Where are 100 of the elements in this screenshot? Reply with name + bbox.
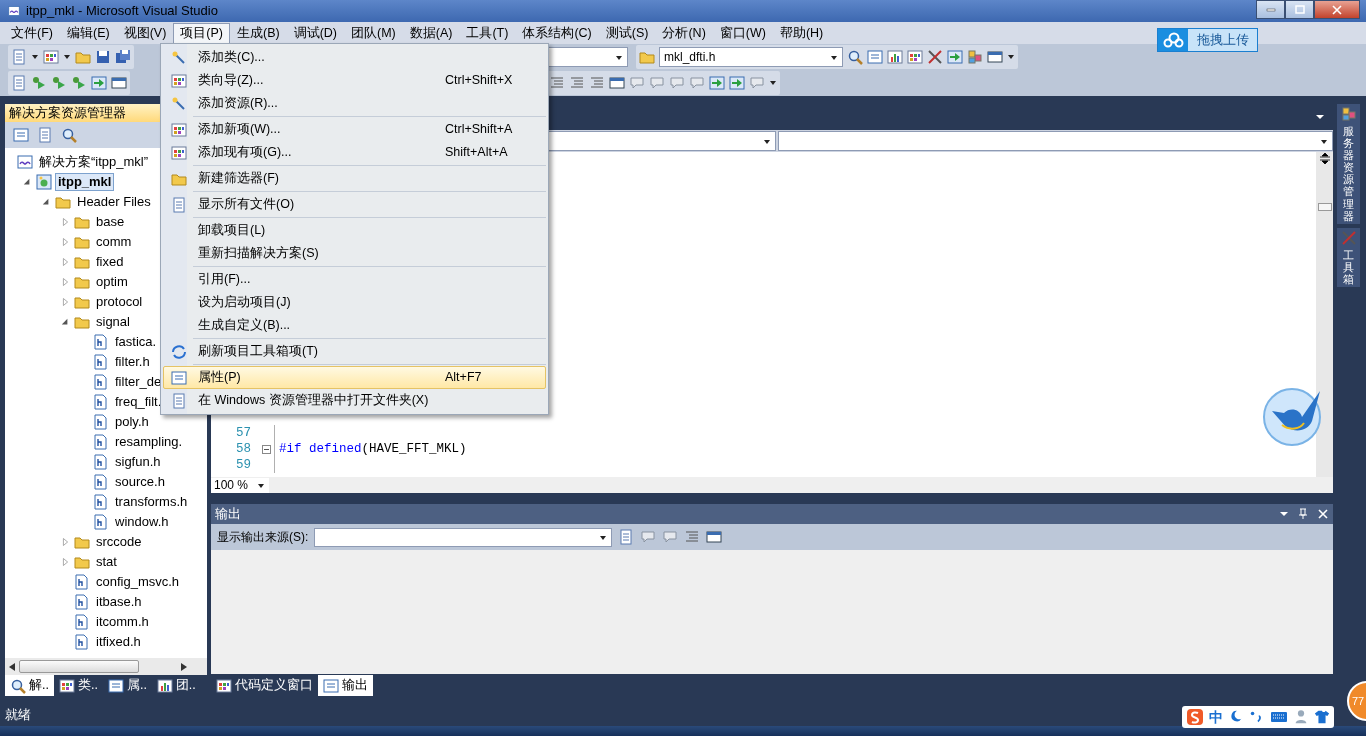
panel-tab[interactable]: 团.. (151, 675, 201, 696)
menu-item[interactable]: 项目(P) (173, 22, 230, 44)
expanded-arrow-icon[interactable] (23, 177, 31, 187)
find-folder-icon[interactable] (639, 49, 655, 65)
arrow-box-icon[interactable] (91, 75, 107, 91)
document-icon[interactable] (11, 75, 27, 91)
menu-item[interactable]: 测试(S) (598, 22, 656, 44)
tree-item[interactable]: filter.h (112, 353, 153, 371)
menu-item[interactable]: 工具(T) (459, 22, 516, 44)
menu-item[interactable]: 属性(P) Alt+F7 (163, 366, 546, 389)
minimize-button[interactable] (1256, 0, 1285, 19)
collapsed-arrow-icon[interactable] (61, 277, 69, 287)
scrollbar-thumb[interactable] (1317, 203, 1332, 211)
collapsed-arrow-icon[interactable] (61, 537, 69, 547)
scroll-left-icon[interactable] (9, 662, 15, 671)
tree-item[interactable]: transforms.h (112, 493, 191, 511)
menu-item[interactable]: 数据(A) (402, 22, 460, 44)
tree-item[interactable]: 解决方案“itpp_mkl” (36, 153, 152, 171)
panel-tab[interactable]: 输出 (318, 675, 373, 696)
shirt-icon[interactable] (1314, 709, 1330, 725)
comment-lines-icon[interactable] (569, 75, 585, 91)
previous-icon[interactable] (640, 529, 657, 545)
caret-icon[interactable] (1007, 54, 1015, 60)
panel-tab[interactable]: 类.. (53, 675, 103, 696)
save-icon[interactable] (95, 49, 111, 65)
tree-item[interactable]: srccode (93, 533, 145, 551)
upload-button[interactable]: 拖拽上传 (1157, 28, 1258, 52)
menu-item[interactable]: 窗口(W) (712, 22, 773, 44)
tree-item[interactable]: optim (93, 273, 131, 291)
side-tab[interactable]: 工具箱 (1337, 227, 1360, 288)
zoom-combo[interactable]: 100 % (211, 477, 269, 493)
horizontal-scrollbar[interactable] (5, 658, 207, 675)
collapsed-arrow-icon[interactable] (61, 257, 69, 267)
menu-item[interactable]: 生成(B) (230, 22, 287, 44)
ime-mode[interactable]: 中 (1209, 708, 1223, 726)
menu-item[interactable]: 分析(N) (655, 22, 713, 44)
bubble-icon[interactable] (649, 75, 665, 91)
tree-item[interactable]: source.h (112, 473, 168, 491)
menu-item[interactable]: 文件(F) (4, 22, 60, 44)
tree-item[interactable]: resampling. (112, 433, 186, 451)
scrollbar-thumb[interactable] (19, 660, 139, 673)
collapsed-arrow-icon[interactable] (61, 237, 69, 247)
play-icon[interactable] (71, 75, 87, 91)
panel-tab[interactable]: 代码定义窗口 (211, 675, 318, 696)
tree-item[interactable]: Header Files (74, 193, 154, 211)
restore-button[interactable] (1285, 0, 1314, 19)
sogou-icon[interactable] (1186, 708, 1204, 726)
window-menu-icon[interactable] (1279, 511, 1289, 517)
window-icon[interactable] (987, 49, 1003, 65)
tree-item[interactable]: signal (93, 313, 133, 331)
word-wrap-icon[interactable] (706, 529, 723, 545)
caret-icon[interactable] (63, 54, 71, 60)
menu-item[interactable]: 编辑(E) (59, 22, 117, 44)
goto-icon[interactable] (618, 529, 635, 545)
show-files-icon[interactable] (37, 127, 53, 143)
play-icon[interactable] (51, 75, 67, 91)
outdent-icon[interactable] (549, 75, 565, 91)
tree-item[interactable]: filter_de (112, 373, 165, 391)
side-tab[interactable]: 服务器资源管理器 (1337, 104, 1360, 224)
tree-item[interactable]: itcomm.h (93, 613, 152, 631)
expanded-arrow-icon[interactable] (42, 197, 50, 207)
menu-item[interactable]: 体系结构(C) (515, 22, 599, 44)
tree-item[interactable]: fastica. (112, 333, 160, 351)
clear-icon[interactable] (684, 529, 701, 545)
panel-tab[interactable]: 属.. (102, 675, 152, 696)
pin-icon[interactable] (1297, 508, 1309, 520)
arrow-box-icon[interactable] (709, 75, 725, 91)
blocks-icon[interactable] (967, 49, 983, 65)
caret-icon[interactable] (31, 54, 39, 60)
tree-item[interactable]: poly.h (112, 413, 152, 431)
collapsed-arrow-icon[interactable] (61, 297, 69, 307)
save-all-icon[interactable] (115, 49, 131, 65)
tree-item[interactable]: comm (93, 233, 135, 251)
panel-tab[interactable]: 解.. (5, 675, 54, 696)
tree-item[interactable]: base (93, 213, 128, 231)
collapse-icon[interactable] (262, 444, 271, 454)
menu-item[interactable]: 添加类(C)... (163, 46, 546, 69)
file-combo[interactable]: mkl_dfti.h (659, 47, 843, 67)
close-icon[interactable] (1317, 508, 1329, 520)
palette-icon[interactable] (907, 49, 923, 65)
window-icon[interactable] (111, 75, 127, 91)
properties-icon[interactable] (13, 127, 29, 143)
arrow-box-icon[interactable] (947, 49, 963, 65)
menu-item[interactable]: 调试(D) (286, 22, 344, 44)
person-icon[interactable] (1293, 709, 1309, 725)
tree-item[interactable]: config_msvc.h (93, 573, 183, 591)
tree-item[interactable]: freq_filt. (112, 393, 165, 411)
scroll-right-icon[interactable] (181, 662, 187, 671)
menu-item[interactable]: 帮助(H) (772, 22, 831, 44)
bubble-icon[interactable] (689, 75, 705, 91)
bird-icon[interactable] (1262, 385, 1324, 447)
tree-item[interactable]: itfixed.h (93, 633, 144, 651)
collapsed-arrow-icon[interactable] (61, 217, 69, 227)
output-source-combo[interactable] (314, 527, 613, 547)
chart-icon[interactable] (887, 49, 903, 65)
tools-icon[interactable] (927, 49, 943, 65)
arrow-box-icon[interactable] (729, 75, 745, 91)
caret-icon[interactable] (769, 80, 777, 86)
view-class-icon[interactable] (61, 127, 77, 143)
menu-item[interactable]: 添加新项(W)... Ctrl+Shift+A (163, 118, 546, 141)
